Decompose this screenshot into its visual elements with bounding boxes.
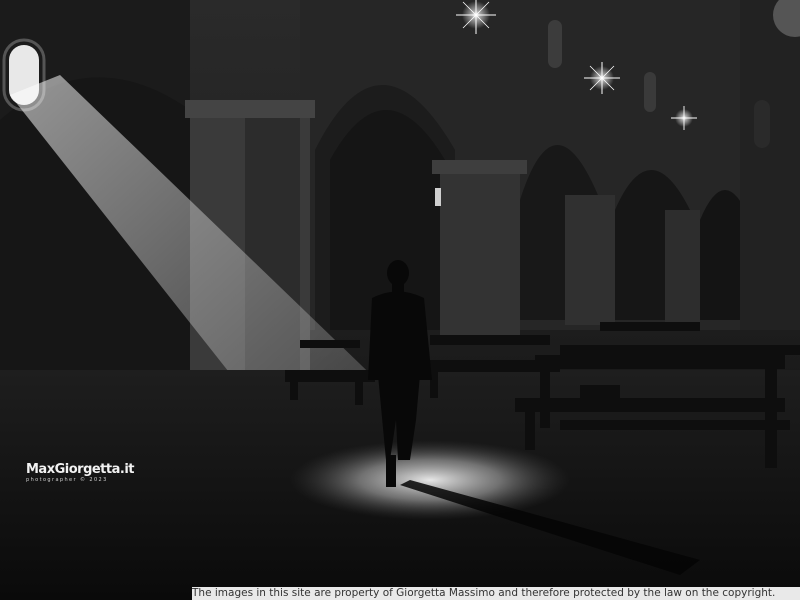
- copyright-notice: The images in this site are property of …: [192, 587, 800, 600]
- photo-scene: [0, 0, 800, 600]
- watermark-subtitle: photographer © 2023: [26, 477, 108, 483]
- watermark-name: MaxGiorgetta.it: [26, 462, 135, 477]
- photographer-watermark: MaxGiorgetta.it photographer © 2023: [26, 462, 135, 484]
- cathedral-photo: MaxGiorgetta.it photographer © 2023 The …: [0, 0, 800, 600]
